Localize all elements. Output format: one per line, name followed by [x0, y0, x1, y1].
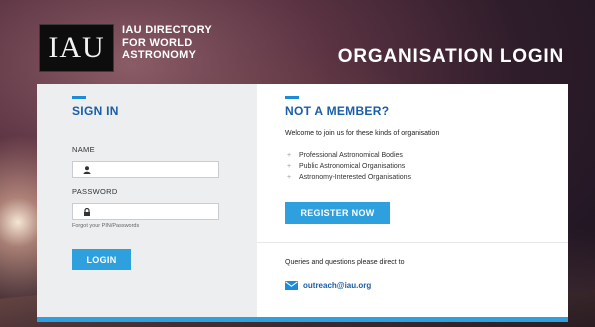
directory-title: IAU DIRECTORY FOR WORLD ASTRONOMY — [122, 24, 212, 62]
organisation-type-list: + Professional Astronomical Bodies + Publi… — [285, 150, 411, 183]
section-divider — [257, 242, 568, 243]
directory-title-line: FOR WORLD — [122, 36, 193, 49]
contact-email-row: outreach@iau.org — [285, 281, 371, 290]
logo-text: IAU — [48, 31, 105, 64]
page-header: IAU IAU DIRECTORY FOR WORLD ASTRONOMY OR… — [37, 0, 568, 84]
queries-text: Queries and questions please direct to — [285, 259, 405, 266]
not-member-title: NOT A MEMBER? — [285, 104, 390, 118]
section-accent-bar — [72, 96, 86, 99]
register-now-button[interactable]: REGISTER NOW — [285, 202, 390, 224]
password-field[interactable] — [72, 203, 219, 220]
directory-title-line: ASTRONOMY — [122, 49, 197, 61]
bullet-icon: + — [287, 163, 292, 170]
list-item: + Professional Astronomical Bodies — [285, 150, 411, 161]
list-item: + Astronomy-Interested Organisations — [285, 172, 411, 183]
login-button[interactable]: LOGIN — [72, 249, 131, 270]
organisation-type: Professional Astronomical Bodies — [299, 152, 403, 159]
envelope-icon — [285, 281, 298, 290]
password-input[interactable] — [97, 205, 215, 218]
welcome-text: Welcome to join us for these kinds of or… — [285, 130, 440, 137]
name-input[interactable] — [97, 163, 215, 176]
contact-email-link[interactable]: outreach@iau.org — [303, 281, 371, 290]
section-accent-bar — [285, 96, 299, 99]
page-title: ORGANISATION LOGIN — [337, 46, 564, 67]
bullet-icon: + — [287, 174, 292, 181]
organisation-type: Astronomy-Interested Organisations — [299, 174, 412, 181]
directory-title-line: IAU DIRECTORY — [122, 24, 213, 36]
list-item: + Public Astronomical Organisations — [285, 161, 411, 172]
sign-in-section: SIGN IN NAME PASSWORD Forgot your PIN/Pa… — [37, 84, 257, 317]
name-field[interactable] — [72, 161, 219, 178]
forgot-password-link[interactable]: Forgot your PIN/Passwords — [72, 223, 139, 229]
password-label: PASSWORD — [72, 187, 118, 196]
sign-in-title: SIGN IN — [72, 104, 119, 118]
login-panel: SIGN IN NAME PASSWORD Forgot your PIN/Pa… — [37, 84, 568, 317]
panel-bottom-bar — [37, 317, 568, 322]
organisation-type: Public Astronomical Organisations — [299, 163, 406, 170]
not-member-section: NOT A MEMBER? Welcome to join us for the… — [257, 84, 568, 317]
lock-icon — [84, 208, 90, 216]
user-icon — [83, 166, 91, 174]
bullet-icon: + — [287, 152, 292, 159]
name-label: NAME — [72, 145, 95, 154]
iau-logo[interactable]: IAU — [39, 24, 114, 72]
